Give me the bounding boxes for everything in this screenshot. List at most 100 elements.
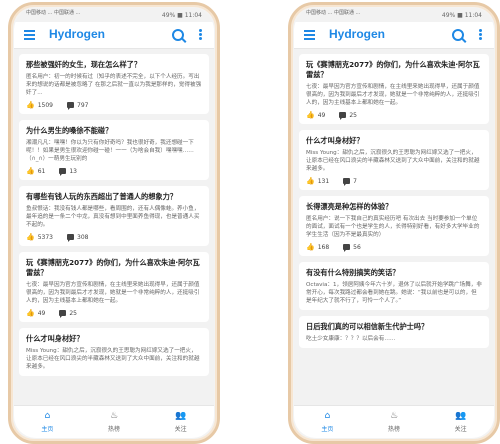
card-excerpt: 七夜：最早因为官方宣传和剧情，在主线里来她出现得早，还属于颜值很高的，因为我到最… — [306, 84, 480, 106]
card-excerpt: Miss Young：甜仇之后，沉寂很久的王思聪为网红嫁又选了一把火，让原本已经… — [26, 348, 200, 370]
list-item[interactable]: 什么才叫身材好？ Miss Young：甜仇之后，沉寂很久的王思聪为网红嫁又选了… — [299, 130, 489, 190]
card-title: 玩《赛博朋克2077》的你们，为什么喜欢朱迪·阿尔瓦雷兹？ — [306, 60, 480, 79]
app-bar: Hydrogen — [14, 22, 214, 49]
bottom-nav: ⌂ 主页 ♨ 热榜 👥 关注 — [14, 405, 214, 438]
home-icon: ⌂ — [324, 411, 331, 421]
feed: 那些被强奸的女生，现在怎么样了？ 匿名用户：初一的时候有过（知乎的表述不完全，以… — [14, 49, 214, 406]
list-item[interactable]: 有哪些有钱人玩的东西超出了普通人的想象力？ 鱼叔恨话：我没有钱人都是哪些，看周围… — [19, 186, 209, 246]
nav-home-label: 主页 — [41, 426, 54, 433]
list-item[interactable]: 长得漂亮是种怎样的体验？ 匿名用户：说一下我自己的真实经历吧 有次出去 当时要参… — [299, 196, 489, 256]
comment-icon — [67, 102, 74, 110]
thumb-up-icon: 👍 — [306, 243, 315, 251]
menu-icon[interactable] — [304, 30, 315, 40]
card-title: 什么才叫身材好？ — [26, 334, 84, 343]
comment-icon — [343, 244, 351, 252]
phone-right: 中国移动 ... 中国联通 ... 49% ■ 11:04 Hydrogen 玩… — [288, 2, 500, 444]
status-bar: 中国移动 ... 中国联通 ... 49% ■ 11:04 — [14, 8, 214, 22]
comment-count: 25 — [69, 309, 77, 317]
list-item[interactable]: 日后我们真的可以相信新生代护士吗？ 吃土少女康康：？？？以后会有…… — [299, 316, 489, 348]
thumb-up-icon: 👍 — [26, 309, 35, 317]
nav-follow[interactable]: 👥 关注 — [147, 406, 214, 438]
flame-icon: ♨ — [109, 411, 119, 421]
home-icon: ⌂ — [44, 411, 51, 421]
search-icon[interactable] — [452, 29, 464, 41]
carrier-text: 中国移动 ... 中国联通 ... — [26, 10, 81, 16]
nav-hot-label: 热榜 — [108, 426, 121, 433]
nav-follow-label: 关注 — [174, 426, 187, 433]
app-bar: Hydrogen — [294, 22, 494, 49]
card-title: 有没有什么特别搞笑的笑话？ — [306, 268, 400, 277]
card-excerpt: 匿名用户：初一的时候有过（知乎的表述不完全，以下个人经历。写出来的想说的话都是被… — [26, 74, 202, 96]
list-item[interactable]: 玩《赛博朋克2077》的你们，为什么喜欢朱迪·阿尔瓦雷兹？ 七夜：最早因为官方宣… — [299, 54, 489, 124]
comment-icon — [59, 310, 67, 318]
thumb-up-icon: 👍 — [26, 101, 35, 109]
like-count: 1509 — [37, 101, 53, 109]
comment-count: 13 — [69, 167, 77, 175]
like-count: 168 — [317, 243, 330, 251]
comment-count: 308 — [77, 233, 89, 241]
card-excerpt: 湘潮凡凡：嘿嘿！你以为只有你好奇吗？我也很好奇，我还想碰一下呢！！如果是男生很欢… — [26, 140, 194, 162]
card-title: 什么才叫身材好？ — [306, 136, 364, 145]
comment-icon — [343, 178, 351, 186]
comment-icon — [67, 234, 74, 242]
card-title: 有哪些有钱人玩的东西超出了普通人的想象力？ — [26, 192, 177, 201]
like-count: 5373 — [37, 233, 53, 241]
nav-hot[interactable]: ♨ 热榜 — [361, 406, 428, 438]
screen-left: 中国移动 ... 中国联通 ... 49% ■ 11:04 Hydrogen 那… — [14, 8, 214, 438]
comment-count: 7 — [353, 177, 357, 185]
more-icon[interactable] — [199, 29, 202, 41]
card-title: 那些被强奸的女生，现在怎么样了？ — [26, 60, 142, 69]
thumb-up-icon: 👍 — [26, 167, 35, 175]
app-title: Hydrogen — [329, 27, 386, 41]
app-title: Hydrogen — [49, 27, 106, 41]
comment-count: 56 — [353, 243, 361, 251]
feed: 玩《赛博朋克2077》的你们，为什么喜欢朱迪·阿尔瓦雷兹？ 七夜：最早因为官方宣… — [294, 49, 494, 406]
nav-hot[interactable]: ♨ 热榜 — [81, 406, 148, 438]
list-item[interactable]: 玩《赛博朋克2077》的你们，为什么喜欢朱迪·阿尔瓦雷兹？ 七夜：最早因为官方宣… — [19, 252, 209, 322]
card-excerpt: 鱼叔恨话：我没有钱人都是哪些，看周围的，还有人偶像蛙。养小鱼，最年追的是一条二个… — [26, 206, 200, 228]
bottom-nav: ⌂ 主页 ♨ 热榜 👥 关注 — [294, 405, 494, 438]
battery-time: 49% ■ 11:04 — [161, 12, 202, 19]
list-item[interactable]: 那些被强奸的女生，现在怎么样了？ 匿名用户：初一的时候有过（知乎的表述不完全，以… — [19, 54, 209, 114]
list-item[interactable]: 什么才叫身材好？ Miss Young：甜仇之后，沉寂很久的王思聪为网红嫁又选了… — [19, 328, 209, 376]
people-icon: 👥 — [175, 411, 187, 421]
people-icon: 👥 — [455, 411, 467, 421]
card-excerpt: 匿名用户：说一下我自己的真实经历吧 有次出去 当时要参加一个单位的面试，面试有一… — [306, 216, 480, 238]
like-count: 61 — [37, 167, 46, 175]
comment-count: 797 — [77, 101, 89, 109]
thumb-up-icon: 👍 — [306, 111, 315, 119]
thumb-up-icon: 👍 — [306, 177, 315, 185]
like-count: 131 — [317, 177, 330, 185]
flame-icon: ♨ — [389, 411, 399, 421]
nav-follow[interactable]: 👥 关注 — [427, 406, 494, 438]
comment-icon — [339, 112, 347, 120]
comment-count: 25 — [349, 111, 357, 119]
screen-right: 中国移动 ... 中国联通 ... 49% ■ 11:04 Hydrogen 玩… — [294, 8, 494, 438]
card-excerpt: Octavia：1，领居阿姨今年六十岁，退休了以后就开始学跳广场舞，非常开心，每… — [306, 282, 482, 304]
list-item[interactable]: 为什么男生的嗓徐不能碰？ 湘潮凡凡：嘿嘿！你以为只有你好奇吗？我也很好奇，我还想… — [19, 120, 209, 180]
card-title: 长得漂亮是种怎样的体验？ — [306, 202, 393, 211]
like-count: 49 — [37, 309, 46, 317]
nav-home[interactable]: ⌂ 主页 — [294, 406, 361, 438]
thumb-up-icon: 👍 — [26, 233, 35, 241]
card-excerpt: 七夜：最早因为官方宣传和剧情，在主线里来她出现得早，还属于颜值很高的，因为我到最… — [26, 282, 200, 304]
nav-hot-label: 热榜 — [388, 426, 401, 433]
nav-home[interactable]: ⌂ 主页 — [14, 406, 81, 438]
card-title: 为什么男生的嗓徐不能碰？ — [26, 126, 113, 135]
like-count: 49 — [317, 111, 326, 119]
nav-follow-label: 关注 — [454, 426, 467, 433]
search-icon[interactable] — [172, 29, 184, 41]
phone-left: 中国移动 ... 中国联通 ... 49% ■ 11:04 Hydrogen 那… — [8, 2, 220, 444]
status-bar: 中国移动 ... 中国联通 ... 49% ■ 11:04 — [294, 8, 494, 22]
card-title: 玩《赛博朋克2077》的你们，为什么喜欢朱迪·阿尔瓦雷兹？ — [26, 258, 200, 277]
list-item[interactable]: 有没有什么特别搞笑的笑话？ Octavia：1，领居阿姨今年六十岁，退休了以后就… — [299, 262, 489, 310]
comment-icon — [59, 168, 67, 176]
battery-time: 49% ■ 11:04 — [441, 12, 482, 19]
nav-home-label: 主页 — [321, 426, 334, 433]
card-title: 日后我们真的可以相信新生代护士吗？ — [306, 322, 429, 331]
card-excerpt: Miss Young：甜仇之后，沉寂很久的王思聪为网红嫁又选了一把火，让原本已经… — [306, 150, 480, 172]
carrier-text: 中国移动 ... 中国联通 ... — [306, 10, 361, 16]
more-icon[interactable] — [479, 29, 482, 41]
menu-icon[interactable] — [24, 30, 35, 40]
card-excerpt: 吃土少女康康：？？？以后会有…… — [306, 336, 396, 342]
